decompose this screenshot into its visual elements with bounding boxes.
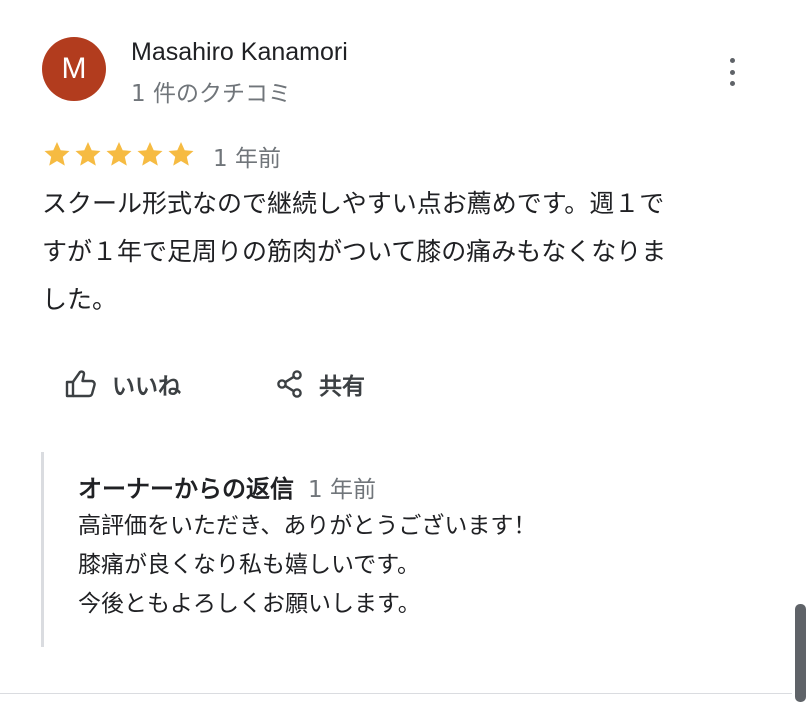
review-card: M Masahiro Kanamori 1 件のクチコミ 1 年前 スクール形式… [0, 0, 792, 694]
divider [0, 693, 792, 694]
like-label: いいね [112, 374, 181, 400]
reviewer-name[interactable]: Masahiro Kanamori [131, 38, 348, 67]
owner-reply-line: 今後ともよろしくお願いします。 [78, 591, 421, 617]
avatar[interactable]: M [42, 37, 106, 101]
star-rating [42, 140, 196, 168]
more-vertical-icon [729, 58, 735, 63]
review-text-line: すが１年で足周りの筋肉がついて膝の痛みもなくなりま [42, 237, 667, 266]
review-text-line: した。 [42, 285, 118, 314]
star-icon [166, 140, 196, 168]
owner-reply-title: オーナーからの返信 [78, 475, 294, 503]
share-button[interactable]: 共有 [275, 362, 365, 406]
owner-reply: オーナーからの返信 1 年前 高評価をいただき、ありがとうございます！ 膝痛が良… [41, 452, 764, 647]
owner-reply-line: 高評価をいただき、ありがとうございます！ [78, 513, 537, 539]
star-icon [42, 140, 72, 168]
reviewer-review-count[interactable]: 1 件のクチコミ [131, 74, 291, 108]
thumb-up-icon [65, 370, 96, 398]
scrollbar-thumb[interactable] [795, 604, 806, 702]
star-icon [73, 140, 103, 168]
owner-reply-line: 膝痛が良くなり私も嬉しいです。 [78, 552, 421, 578]
more-options-button[interactable] [722, 58, 742, 86]
review-date: 1 年前 [213, 146, 281, 172]
star-icon [135, 140, 165, 168]
avatar-initial: M [61, 52, 87, 85]
share-icon [277, 370, 302, 398]
star-icon [104, 140, 134, 168]
owner-reply-text: 高評価をいただき、ありがとうございます！ 膝痛が良くなり私も嬉しいです。 今後と… [78, 507, 536, 624]
review-text: スクール形式なので継続しやすい点お薦めです。週１で すが１年で足周りの筋肉がつい… [42, 180, 758, 324]
owner-reply-date: 1 年前 [308, 477, 376, 503]
share-label: 共有 [319, 374, 365, 400]
review-text-line: スクール形式なので継続しやすい点お薦めです。週１で [42, 189, 665, 218]
like-button[interactable]: いいね [64, 362, 181, 406]
